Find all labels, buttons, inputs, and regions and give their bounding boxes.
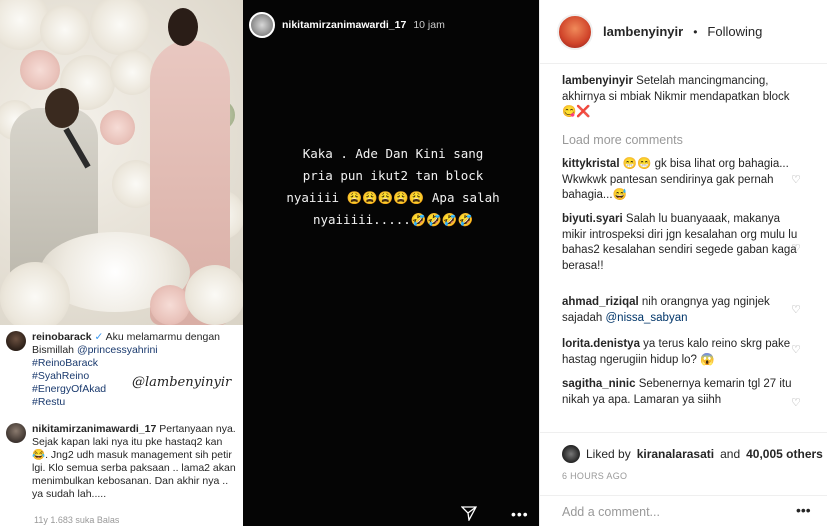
post-side-panel: lambenyinyir • Following lambenyinyir Se… xyxy=(539,0,827,526)
comment-item: sagitha_ninic Sebenernya kemarin tgl 27 … xyxy=(562,377,798,408)
avatar[interactable] xyxy=(557,13,593,50)
nikita-comment: nikitamirzanimawardi_17 Pertanyaan nya. … xyxy=(6,423,237,501)
likes-and: and xyxy=(720,447,741,461)
heart-icon[interactable]: ♡ xyxy=(791,242,801,255)
verified-icon: ✓ xyxy=(94,331,104,343)
heart-icon[interactable]: ♡ xyxy=(791,396,801,409)
left-post-panel: reinobarack ✓ Aku melamarmu dengan Bismi… xyxy=(0,0,243,526)
more-options-icon[interactable]: ••• xyxy=(796,502,811,518)
heart-icon[interactable]: ♡ xyxy=(791,173,801,186)
comment-item: biyuti.syari Salah lu buanyaaak, makanya… xyxy=(562,212,798,274)
comment-input[interactable] xyxy=(562,504,792,519)
caption-username[interactable]: lambenyinyir xyxy=(562,75,633,87)
nikita-username[interactable]: nikitamirzanimawardi_17 xyxy=(32,423,156,435)
comment-item: kittykristal 😁😁 gk bisa lihat org bahagi… xyxy=(562,157,798,204)
likes-count[interactable]: 40,005 others xyxy=(746,447,823,461)
story-text: Kaka . Ade Dan Kini sang pria pun ikut2 … xyxy=(286,146,500,227)
load-more-comments-button[interactable]: Load more comments xyxy=(562,133,683,147)
likes-row: Liked by kiranalarasati and 40,005 other… xyxy=(562,445,823,463)
story-username[interactable]: nikitamirzanimawardi_17 xyxy=(282,19,406,31)
watermark-signature: @lambenyinyir xyxy=(132,375,232,390)
comment-username[interactable]: biyuti.syari xyxy=(562,213,623,225)
avatar[interactable] xyxy=(249,12,275,38)
add-comment-bar: ••• xyxy=(540,495,827,526)
heart-icon[interactable]: ♡ xyxy=(791,303,801,316)
following-button[interactable]: Following xyxy=(707,24,762,39)
groom-head xyxy=(45,88,79,128)
heart-icon[interactable]: ♡ xyxy=(791,343,801,356)
comment-meta: 11y 1.683 suka Balas xyxy=(34,515,120,525)
comment-username[interactable]: lorita.denistya xyxy=(562,338,640,350)
reino-caption: reinobarack ✓ Aku melamarmu dengan Bismi… xyxy=(6,331,237,409)
mention-link[interactable]: @nissa_sabyan xyxy=(606,312,688,324)
post-header: lambenyinyir • Following xyxy=(540,0,827,64)
avatar[interactable] xyxy=(562,445,580,463)
post-caption: lambenyinyir Setelah mancingmancing, akh… xyxy=(562,74,798,121)
send-icon[interactable] xyxy=(460,505,478,526)
comment-item: ahmad_riziqal nih orangnya yag nginjek s… xyxy=(562,295,798,326)
liked-by-user[interactable]: kiranalarasati xyxy=(637,447,714,461)
separator-dot: • xyxy=(693,24,698,39)
comment-username[interactable]: sagitha_ninic xyxy=(562,378,636,390)
hashtag-link[interactable]: #ReinoBarack xyxy=(32,357,237,370)
more-icon[interactable]: ••• xyxy=(511,506,529,522)
header-username[interactable]: lambenyinyir xyxy=(603,24,683,39)
post-timestamp[interactable]: 6 HOURS AGO xyxy=(562,471,627,481)
comment-username[interactable]: ahmad_riziqal xyxy=(562,296,639,308)
mention-link[interactable]: @princessyahrini xyxy=(77,344,158,356)
story-header: nikitamirzanimawardi_17 10 jam xyxy=(243,0,539,50)
liked-by-label: Liked by xyxy=(586,447,631,461)
bride-head xyxy=(168,8,198,46)
reino-username[interactable]: reinobarack xyxy=(32,331,92,343)
post-footer: Liked by kiranalarasati and 40,005 other… xyxy=(540,432,827,526)
story-panel: nikitamirzanimawardi_17 10 jam Kaka . Ad… xyxy=(243,0,539,526)
hashtag-link[interactable]: #Restu xyxy=(32,396,237,409)
comment-item: lorita.denistya ya terus kalo reino skrg… xyxy=(562,337,798,368)
left-caption-area: reinobarack ✓ Aku melamarmu dengan Bismi… xyxy=(0,325,243,526)
engagement-photo xyxy=(0,0,243,325)
comment-username[interactable]: kittykristal xyxy=(562,158,620,170)
story-time: 10 jam xyxy=(413,19,445,31)
avatar[interactable] xyxy=(6,423,26,443)
avatar[interactable] xyxy=(6,331,26,351)
